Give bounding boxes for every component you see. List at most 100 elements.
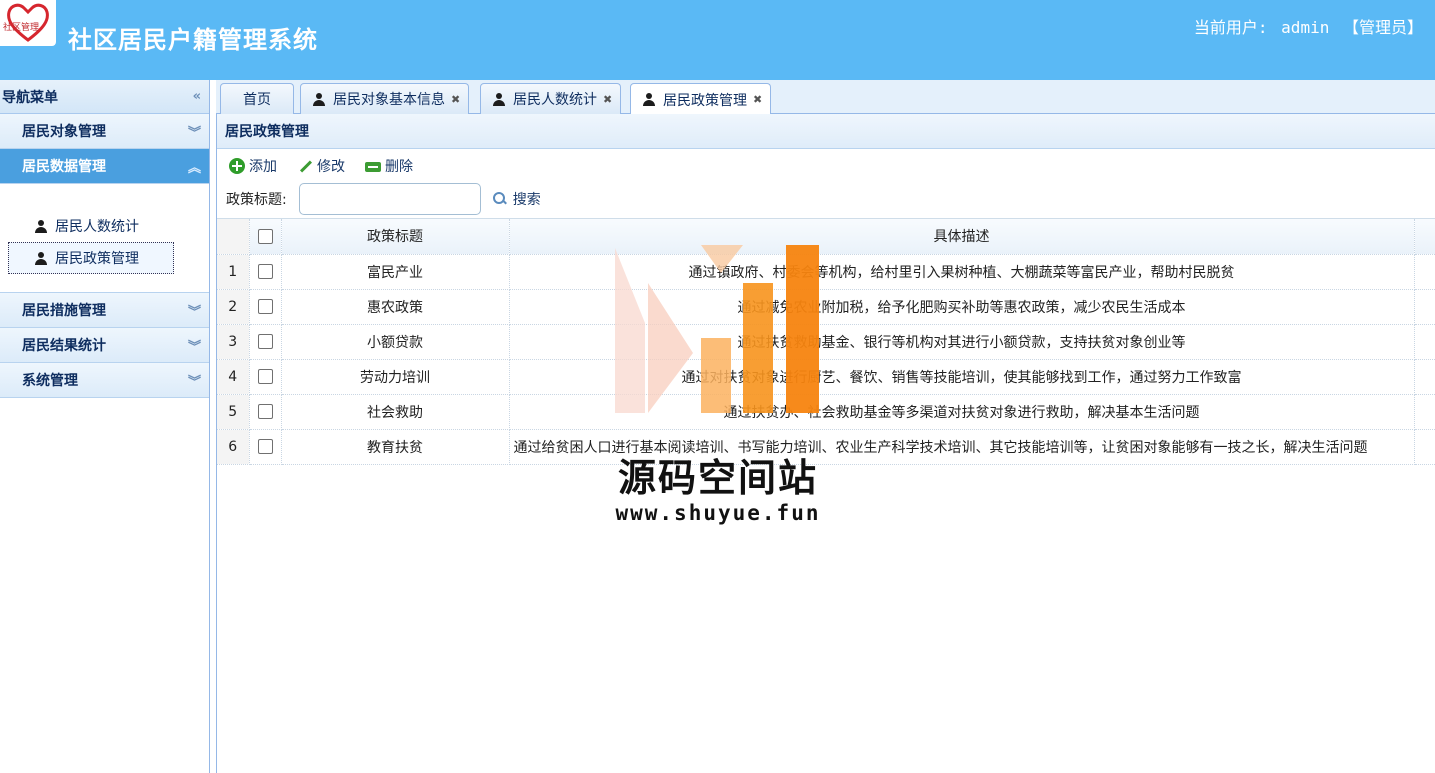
close-tab-icon[interactable]: ✖ — [603, 93, 612, 106]
logo: 社区管理 — [0, 0, 56, 46]
column-header-filler — [1414, 219, 1435, 255]
filler-cell — [1414, 289, 1435, 325]
chevron-double-up-icon: ︽ — [187, 160, 201, 176]
delete-button-label: 删除 — [385, 158, 413, 175]
chevron-double-down-icon: ︾ — [187, 339, 201, 355]
add-icon — [229, 157, 245, 174]
remove-icon — [365, 162, 381, 172]
search-button-label: 搜索 — [512, 192, 541, 208]
select-all-checkbox[interactable] — [257, 228, 273, 244]
edit-button-label: 修改 — [317, 158, 345, 175]
current-user-label: 当前用户: — [1193, 18, 1268, 37]
search-button[interactable]: 搜索 — [492, 189, 541, 209]
watermark: 源码空间站 www.shuyue.fun — [603, 243, 833, 533]
user-icon — [313, 92, 325, 106]
row-number: 1 — [217, 254, 250, 290]
tab-bar: 首页 居民对象基本信息 ✖ 居民人数统计 ✖ 居民政策管理 ✖ — [216, 80, 1435, 115]
panel-title: 居民政策管理 — [217, 114, 1435, 149]
chevron-double-down-icon: ︾ — [187, 304, 201, 320]
row-number: 4 — [217, 359, 250, 395]
policy-title-cell: 教育扶贫 — [281, 429, 510, 465]
current-user-role: 【管理员】 — [1342, 18, 1423, 37]
nav-group-system[interactable]: 系统管理 ︾ — [0, 363, 209, 398]
current-user-name: admin — [1281, 18, 1330, 37]
add-button[interactable]: 添加 — [229, 156, 277, 176]
row-checkbox[interactable] — [257, 439, 273, 454]
sidebar-item-resident-count[interactable]: 居民人数统计 — [8, 210, 174, 242]
logo-text: 社区管理 — [3, 23, 40, 33]
row-checkbox[interactable] — [257, 299, 273, 314]
row-checkbox[interactable] — [257, 369, 273, 384]
chevron-double-down-icon: ︾ — [187, 125, 201, 141]
nav-group-label: 居民对象管理 — [22, 124, 106, 140]
row-select-cell — [249, 359, 282, 395]
watermark-url: www.shuyue.fun — [615, 501, 821, 525]
collapse-sidebar-icon[interactable]: « — [193, 89, 201, 104]
nav-group-label: 系统管理 — [22, 373, 78, 389]
close-tab-icon[interactable]: ✖ — [753, 93, 762, 106]
sidebar-item-label: 居民政策管理 — [55, 251, 139, 267]
delete-button[interactable]: 删除 — [365, 156, 413, 176]
tab-home[interactable]: 首页 — [220, 83, 294, 114]
column-header-title[interactable]: 政策标题 — [281, 219, 510, 255]
user-icon — [35, 219, 47, 233]
filler-cell — [1414, 359, 1435, 395]
select-all-cell — [249, 219, 282, 255]
filler-cell — [1414, 254, 1435, 290]
tab-resident-count[interactable]: 居民人数统计 ✖ — [480, 83, 622, 114]
watermark-bars-icon — [615, 245, 819, 413]
add-button-label: 添加 — [249, 158, 277, 175]
chevron-double-down-icon: ︾ — [187, 374, 201, 390]
policy-title-search-label: 政策标题: — [226, 192, 287, 208]
toolbar: 添加 修改 删除 — [217, 149, 1435, 182]
app-title: 社区居民户籍管理系统 — [68, 26, 318, 54]
sidebar-item-label: 居民人数统计 — [55, 219, 139, 235]
nav-submenu: 居民人数统计 居民政策管理 — [0, 184, 209, 293]
row-select-cell — [249, 289, 282, 325]
tab-resident-policy[interactable]: 居民政策管理 ✖ — [630, 83, 772, 115]
row-number: 3 — [217, 324, 250, 360]
row-number: 2 — [217, 289, 250, 325]
filler-cell — [1414, 394, 1435, 430]
tab-label: 居民政策管理 — [663, 92, 747, 109]
nav-group-label: 居民数据管理 — [22, 159, 106, 175]
row-select-cell — [249, 394, 282, 430]
policy-title-cell: 社会救助 — [281, 394, 510, 430]
user-icon — [493, 92, 505, 106]
row-checkbox[interactable] — [257, 404, 273, 419]
edit-button[interactable]: 修改 — [297, 156, 345, 176]
search-row: 政策标题: 搜索 — [217, 182, 1435, 216]
row-checkbox[interactable] — [257, 264, 273, 279]
pencil-icon — [297, 158, 313, 174]
close-tab-icon[interactable]: ✖ — [451, 93, 460, 106]
policy-title-search-input[interactable] — [298, 183, 481, 215]
app-header: 社区管理 社区居民户籍管理系统 当前用户: admin 【管理员】 — [0, 0, 1435, 80]
nav-group-resident-results[interactable]: 居民结果统计 ︾ — [0, 328, 209, 363]
nav-group-label: 居民结果统计 — [22, 338, 106, 354]
tab-label: 居民人数统计 — [513, 92, 597, 108]
nav-group-resident-data[interactable]: 居民数据管理 ︽ — [0, 149, 209, 184]
tab-label: 首页 — [243, 92, 271, 108]
tab-label: 居民对象基本信息 — [333, 92, 445, 108]
policy-title-cell: 劳动力培训 — [281, 359, 510, 395]
search-icon — [492, 192, 507, 206]
policy-title-cell: 富民产业 — [281, 254, 510, 290]
row-checkbox[interactable] — [257, 334, 273, 349]
nav-group-label: 居民措施管理 — [22, 303, 106, 319]
nav-menu-title: 导航菜单 — [2, 89, 58, 106]
user-icon — [643, 93, 655, 106]
user-icon — [35, 251, 47, 265]
current-user-info: 当前用户: admin 【管理员】 — [1194, 14, 1427, 38]
tab-resident-basic-info[interactable]: 居民对象基本信息 ✖ — [300, 83, 470, 114]
row-select-cell — [249, 324, 282, 360]
policy-title-cell: 惠农政策 — [281, 289, 510, 325]
policy-title-cell: 小额贷款 — [281, 324, 510, 360]
row-select-cell — [249, 429, 282, 465]
nav-menu-header: 导航菜单 « — [0, 80, 209, 114]
filler-cell — [1414, 429, 1435, 465]
nav-group-resident-measures[interactable]: 居民措施管理 ︾ — [0, 293, 209, 328]
sidebar-item-resident-policy[interactable]: 居民政策管理 — [8, 242, 174, 274]
sidebar: 导航菜单 « 居民对象管理 ︾ 居民数据管理 ︽ 居民人数统计 居民政策管理 居… — [0, 80, 210, 773]
row-number-header — [217, 219, 250, 255]
nav-group-resident-objects[interactable]: 居民对象管理 ︾ — [0, 114, 209, 149]
